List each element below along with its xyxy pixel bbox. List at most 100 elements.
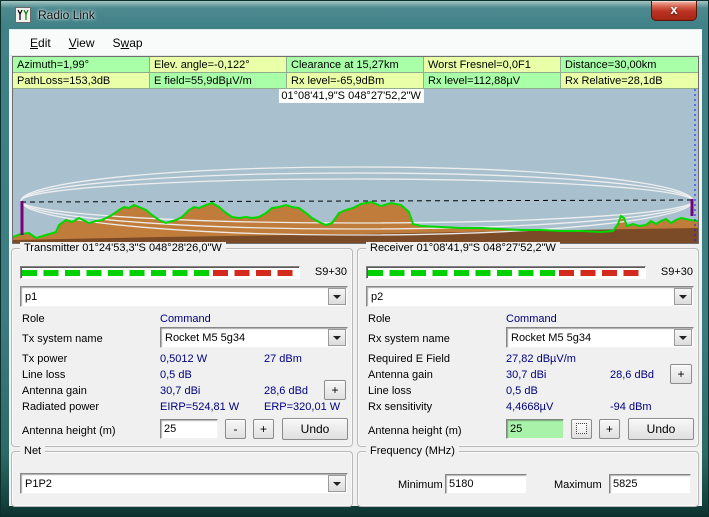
transmitter-title: Transmitter 01°24'53,3"S 048°28'26,0"W bbox=[20, 242, 226, 254]
rx-unit-combobox[interactable]: p2 bbox=[366, 286, 694, 307]
status-azimuth: Azimuth=1,99° bbox=[13, 57, 150, 73]
rx-antenna-height-input[interactable] bbox=[506, 419, 564, 439]
status-elev-angle: Elev. angle=-0,122° bbox=[150, 57, 287, 73]
frequency-group: Frequency (MHz) Minimum Maximum bbox=[357, 451, 699, 507]
tx-radiated-power-label: Radiated power bbox=[22, 401, 99, 413]
net-selected: P1P2 bbox=[21, 478, 327, 490]
rx-height-increment-button[interactable]: + bbox=[599, 419, 620, 439]
tx-power-w: 0,5012 W bbox=[160, 353, 207, 365]
rx-role-label: Role bbox=[368, 313, 391, 325]
rx-system-combobox[interactable]: Rocket M5 5g34 bbox=[506, 327, 694, 348]
link-panel: Azimuth=1,99° Elev. angle=-0,122° Cleara… bbox=[12, 56, 699, 244]
rx-unit-selected: p2 bbox=[367, 291, 673, 303]
tx-system-selected: Rocket M5 5g34 bbox=[161, 332, 327, 344]
chevron-down-icon[interactable] bbox=[674, 329, 692, 346]
tx-line-loss-label: Line loss bbox=[22, 369, 65, 381]
rx-antenna-gain-plus-button[interactable]: + bbox=[670, 364, 692, 384]
frequency-min-label: Minimum bbox=[398, 479, 443, 491]
rx-signal-meter bbox=[366, 266, 646, 279]
chevron-down-icon[interactable] bbox=[328, 329, 346, 346]
net-group: Net P1P2 bbox=[11, 451, 353, 507]
rx-required-e-field-label: Required E Field bbox=[368, 353, 450, 365]
rx-smeter-label: S9+30 bbox=[661, 266, 693, 278]
tx-height-increment-button[interactable]: + bbox=[253, 419, 274, 439]
link-status-grid: Azimuth=1,99° Elev. angle=-0,122° Cleara… bbox=[13, 57, 698, 89]
chevron-down-icon[interactable] bbox=[328, 475, 346, 492]
rx-meter-green-segments bbox=[368, 270, 559, 276]
receiver-title: Receiver 01°08'41,9"S 048°27'52,2"W bbox=[366, 242, 560, 254]
receiver-group: Receiver 01°08'41,9"S 048°27'52,2"W S9+3… bbox=[357, 248, 699, 447]
chevron-down-icon[interactable] bbox=[674, 288, 692, 305]
status-rx-relative: Rx Relative=28,1dB bbox=[561, 73, 698, 89]
radio-link-app-icon bbox=[15, 7, 31, 23]
frequency-title: Frequency (MHz) bbox=[366, 445, 459, 457]
frequency-max-label: Maximum bbox=[554, 479, 602, 491]
tx-role-label: Role bbox=[22, 313, 45, 325]
rx-line-loss-value: 0,5 dB bbox=[506, 385, 538, 397]
tx-power-dbm: 27 dBm bbox=[264, 353, 302, 365]
frequency-max-input[interactable] bbox=[609, 474, 691, 494]
rx-height-decrement-button[interactable] bbox=[571, 419, 592, 439]
rx-gain-dbd: 28,6 dBd bbox=[610, 369, 654, 381]
rx-gain-dbi: 30,7 dBi bbox=[506, 369, 546, 381]
tx-height-decrement-button[interactable]: - bbox=[225, 419, 246, 439]
rx-sensitivity-uv: 4,4668µV bbox=[506, 401, 553, 413]
spec-row: Antenna gain 30,7 dBi 28,6 dBd bbox=[368, 369, 692, 383]
status-rx-level-dbm: Rx level=-65,9dBm bbox=[287, 73, 424, 89]
tx-eirp-value: EIRP=524,81 W bbox=[160, 401, 239, 413]
status-worst-fresnel: Worst Fresnel=0,0F1 bbox=[424, 57, 561, 73]
menu-bar: Edit View Swap bbox=[9, 30, 702, 56]
status-distance: Distance=30,00km bbox=[561, 57, 698, 73]
spec-row: Tx power 0,5012 W 27 dBm bbox=[22, 353, 346, 367]
tx-meter-green-segments bbox=[22, 270, 213, 276]
spec-row: Radiated power EIRP=524,81 W ERP=320,01 … bbox=[22, 401, 346, 415]
tx-antenna-height-input[interactable] bbox=[160, 419, 218, 439]
net-combobox[interactable]: P1P2 bbox=[20, 473, 348, 494]
rx-role-value: Command bbox=[506, 313, 557, 325]
transmitter-group: Transmitter 01°24'53,3"S 048°28'26,0"W S… bbox=[11, 248, 353, 447]
tx-line-loss-value: 0,5 dB bbox=[160, 369, 192, 381]
frequency-min-input[interactable] bbox=[445, 474, 527, 494]
spec-row: Antenna gain 30,7 dBi 28,6 dBd bbox=[22, 385, 346, 399]
status-pathloss: PathLoss=153,3dB bbox=[13, 73, 150, 89]
rx-line-loss-label: Line loss bbox=[368, 385, 411, 397]
tx-system-label: Tx system name bbox=[22, 333, 103, 345]
tx-unit-combobox[interactable]: p1 bbox=[20, 286, 348, 307]
rx-sensitivity-label: Rx sensitivity bbox=[368, 401, 432, 413]
client-area: Edit View Swap Azimuth=1,99° Elev. angle… bbox=[9, 29, 702, 506]
rx-system-label: Rx system name bbox=[368, 333, 450, 345]
rx-undo-button[interactable]: Undo bbox=[628, 418, 694, 440]
cursor-position-label: 01°08'41,9"S 048°27'52,2"W bbox=[278, 89, 423, 103]
rx-antenna-gain-label: Antenna gain bbox=[368, 369, 433, 381]
tx-gain-dbi: 30,7 dBi bbox=[160, 385, 200, 397]
menu-view[interactable]: View bbox=[60, 33, 104, 53]
rx-role-row: Role Command bbox=[368, 313, 692, 327]
tx-power-label: Tx power bbox=[22, 353, 67, 365]
menu-edit[interactable]: Edit bbox=[21, 33, 60, 53]
tx-undo-button[interactable]: Undo bbox=[282, 418, 348, 440]
net-title: Net bbox=[20, 445, 45, 457]
rx-system-selected: Rocket M5 5g34 bbox=[507, 332, 673, 344]
close-button[interactable]: x bbox=[651, 1, 697, 21]
tx-smeter-label: S9+30 bbox=[315, 266, 347, 278]
spec-row: Line loss 0,5 dB bbox=[368, 385, 692, 399]
terrain-profile-svg bbox=[13, 89, 698, 243]
tx-meter-red-segments bbox=[213, 270, 298, 276]
tx-signal-meter bbox=[20, 266, 300, 279]
status-clearance: Clearance at 15,27km bbox=[287, 57, 424, 73]
tx-role-row: Role Command bbox=[22, 313, 346, 327]
rx-required-e-field-value: 27,82 dBµV/m bbox=[506, 353, 576, 365]
tx-erp-value: ERP=320,01 W bbox=[264, 401, 340, 413]
focus-rect bbox=[576, 423, 587, 434]
spec-row: Line loss 0,5 dB bbox=[22, 369, 346, 383]
terrain-profile-chart[interactable]: 01°08'41,9"S 048°27'52,2"W bbox=[13, 89, 698, 243]
tx-gain-dbd: 28,6 dBd bbox=[264, 385, 308, 397]
tx-antenna-gain-plus-button[interactable]: + bbox=[324, 380, 346, 400]
chevron-down-icon[interactable] bbox=[328, 288, 346, 305]
tx-system-combobox[interactable]: Rocket M5 5g34 bbox=[160, 327, 348, 348]
radio-link-window: Radio Link x Edit View Swap Azimuth=1,99… bbox=[0, 0, 709, 517]
spec-row: Required E Field 27,82 dBµV/m bbox=[368, 353, 692, 367]
tx-antenna-height-label: Antenna height (m) bbox=[22, 425, 116, 437]
menu-swap[interactable]: Swap bbox=[104, 33, 152, 53]
spec-row: Rx sensitivity 4,4668µV -94 dBm bbox=[368, 401, 692, 415]
